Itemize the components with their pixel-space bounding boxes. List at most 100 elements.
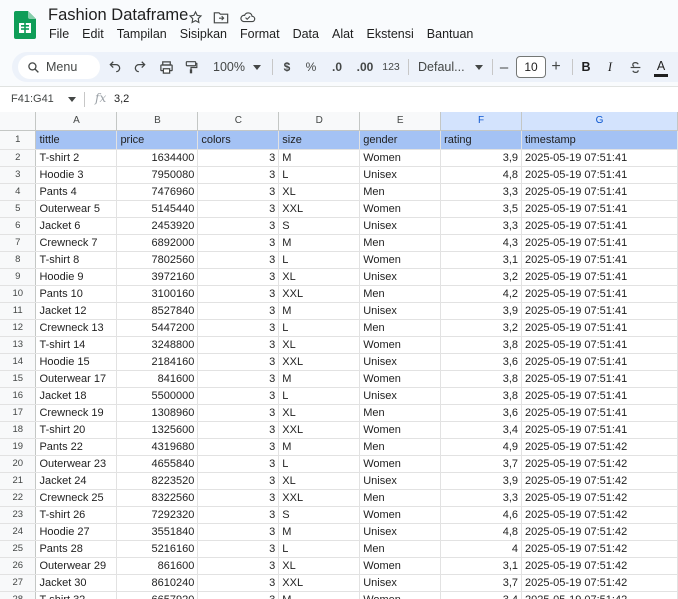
table-cell[interactable]: 2025-05-19 07:51:41: [521, 370, 678, 388]
table-cell[interactable]: 3: [197, 251, 280, 269]
table-cell[interactable]: Men: [359, 285, 442, 303]
row-number[interactable]: 4: [0, 183, 37, 201]
table-cell[interactable]: 3,7: [440, 574, 523, 592]
table-cell[interactable]: 4,6: [440, 506, 523, 524]
table-cell[interactable]: Hoodie 27: [35, 523, 118, 541]
print-button[interactable]: [155, 52, 177, 82]
table-cell[interactable]: 3: [197, 404, 280, 422]
table-cell[interactable]: 2025-05-19 07:51:42: [521, 438, 678, 456]
table-cell[interactable]: 2453920: [116, 217, 199, 235]
table-cell[interactable]: L: [278, 540, 361, 558]
table-cell[interactable]: 2025-05-19 07:51:42: [521, 506, 678, 524]
table-cell[interactable]: Outerwear 17: [35, 370, 118, 388]
document-title[interactable]: Fashion Dataframe: [48, 6, 188, 25]
table-cell[interactable]: Jacket 24: [35, 472, 118, 490]
row-number[interactable]: 20: [0, 455, 37, 473]
table-cell[interactable]: 2025-05-19 07:51:41: [521, 251, 678, 269]
table-cell[interactable]: T-shirt 20: [35, 421, 118, 439]
table-cell[interactable]: 2025-05-19 07:51:41: [521, 268, 678, 286]
row-number[interactable]: 28: [0, 591, 37, 599]
menu-tools[interactable]: Alat: [332, 27, 354, 41]
table-cell[interactable]: 3: [197, 574, 280, 592]
table-cell[interactable]: 4,8: [440, 166, 523, 184]
table-cell[interactable]: 5145440: [116, 200, 199, 218]
table-cell[interactable]: 7950080: [116, 166, 199, 184]
row-number[interactable]: 21: [0, 472, 37, 490]
table-cell[interactable]: 5216160: [116, 540, 199, 558]
table-cell[interactable]: 3,3: [440, 183, 523, 201]
row-number[interactable]: 27: [0, 574, 37, 592]
table-cell[interactable]: 2025-05-19 07:51:42: [521, 574, 678, 592]
column-header-b[interactable]: B: [116, 112, 199, 131]
row-number[interactable]: 1: [0, 130, 37, 150]
table-cell[interactable]: 3,7: [440, 455, 523, 473]
row-number[interactable]: 25: [0, 540, 37, 558]
table-cell[interactable]: 2025-05-19 07:51:41: [521, 217, 678, 235]
table-cell[interactable]: L: [278, 455, 361, 473]
table-cell[interactable]: S: [278, 506, 361, 524]
table-cell[interactable]: 2025-05-19 07:51:42: [521, 472, 678, 490]
decrease-decimal-button[interactable]: .0: [326, 52, 348, 82]
table-cell[interactable]: 3: [197, 217, 280, 235]
strikethrough-button[interactable]: [626, 52, 644, 82]
table-cell[interactable]: Men: [359, 234, 442, 252]
table-cell[interactable]: 3,9: [440, 302, 523, 320]
table-cell[interactable]: 5447200: [116, 319, 199, 337]
row-number[interactable]: 2: [0, 149, 37, 167]
table-cell[interactable]: XXL: [278, 285, 361, 303]
table-cell[interactable]: Crewneck 25: [35, 489, 118, 507]
increase-font-size-button[interactable]: +: [548, 52, 564, 82]
table-cell[interactable]: Unisex: [359, 302, 442, 320]
row-number[interactable]: 11: [0, 302, 37, 320]
column-header-f[interactable]: F: [440, 112, 523, 131]
menu-file[interactable]: File: [49, 27, 69, 41]
table-cell[interactable]: 3100160: [116, 285, 199, 303]
table-cell[interactable]: XL: [278, 557, 361, 575]
table-cell[interactable]: 2025-05-19 07:51:41: [521, 319, 678, 337]
table-cell[interactable]: 3: [197, 421, 280, 439]
table-cell[interactable]: 4,9: [440, 438, 523, 456]
row-number[interactable]: 24: [0, 523, 37, 541]
table-cell[interactable]: Men: [359, 540, 442, 558]
table-cell[interactable]: 6657920: [116, 591, 199, 599]
table-cell[interactable]: M: [278, 591, 361, 599]
column-header-c[interactable]: C: [197, 112, 280, 131]
table-cell[interactable]: XL: [278, 336, 361, 354]
column-header-g[interactable]: G: [521, 112, 678, 131]
table-cell[interactable]: 3: [197, 234, 280, 252]
table-cell[interactable]: Women: [359, 149, 442, 167]
table-cell[interactable]: 2025-05-19 07:51:42: [521, 557, 678, 575]
row-number[interactable]: 10: [0, 285, 37, 303]
row-number[interactable]: 22: [0, 489, 37, 507]
table-cell[interactable]: L: [278, 166, 361, 184]
table-cell[interactable]: XXL: [278, 421, 361, 439]
table-cell[interactable]: 8610240: [116, 574, 199, 592]
menu-data[interactable]: Data: [293, 27, 319, 41]
redo-button[interactable]: [129, 52, 151, 82]
table-cell[interactable]: 2025-05-19 07:51:41: [521, 149, 678, 167]
table-cell[interactable]: T-shirt 26: [35, 506, 118, 524]
table-cell[interactable]: Outerwear 5: [35, 200, 118, 218]
table-cell[interactable]: 3,8: [440, 370, 523, 388]
table-cell[interactable]: M: [278, 234, 361, 252]
table-cell[interactable]: 3: [197, 149, 280, 167]
table-cell[interactable]: T-shirt 14: [35, 336, 118, 354]
table-cell[interactable]: 3: [197, 336, 280, 354]
table-cell[interactable]: 3: [197, 302, 280, 320]
table-cell[interactable]: 2025-05-19 07:51:42: [521, 540, 678, 558]
table-cell[interactable]: Crewneck 19: [35, 404, 118, 422]
table-cell[interactable]: M: [278, 149, 361, 167]
table-cell[interactable]: 3,9: [440, 472, 523, 490]
table-cell[interactable]: Outerwear 23: [35, 455, 118, 473]
table-cell[interactable]: 7292320: [116, 506, 199, 524]
move-folder-icon[interactable]: [212, 8, 230, 26]
table-cell[interactable]: 3: [197, 472, 280, 490]
table-cell[interactable]: T-shirt 2: [35, 149, 118, 167]
table-cell[interactable]: 3248800: [116, 336, 199, 354]
italic-button[interactable]: I: [602, 52, 618, 82]
table-cell[interactable]: Women: [359, 557, 442, 575]
table-cell[interactable]: Women: [359, 506, 442, 524]
table-cell[interactable]: Unisex: [359, 523, 442, 541]
table-cell[interactable]: XXL: [278, 489, 361, 507]
table-cell[interactable]: Unisex: [359, 217, 442, 235]
